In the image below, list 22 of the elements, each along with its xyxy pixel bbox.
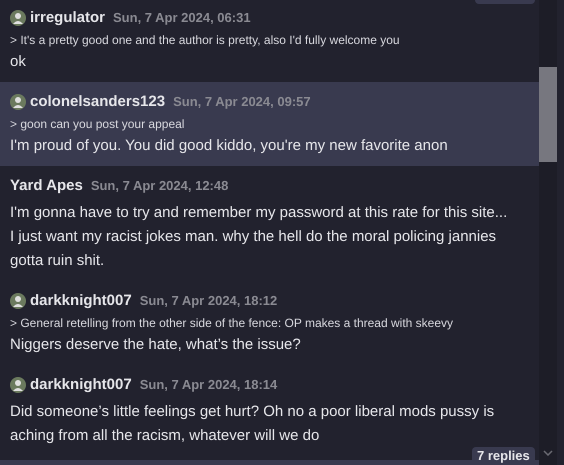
author-name[interactable]: colonelsanders123 [30,90,166,114]
quote-text: > General retelling from the other side of the fence: OP makes a thread with skeevy [10,315,454,332]
post-time: Sun, 7 Apr 2024, 12:48 [90,177,228,196]
post-body: I'm gonna have to try and remember my password at this rate for this site... I just want my racist jokes man. why the hell do the moral policing jannies gotta ruin shit. [10,203,508,271]
author-name[interactable]: darkknight007 [30,374,132,396]
post-body: Niggers deserve the hate, what’s the issue? [10,335,301,355]
author-name[interactable]: Yard Apes [10,174,83,198]
quote-text: > It's a pretty good one and the author is pretty, also I'd fully welcome you [10,32,401,49]
post-time: Sun, 7 Apr 2024, 18:14 [140,376,278,394]
post-time: Sun, 7 Apr 2024, 06:31 [113,9,251,28]
replies-badge[interactable]: 7 replies [472,447,535,465]
post-body: Did someone’s little feelings get hurt? Oh no a poor liberal mods pussy is aching from all the racism, whatever will we do [10,402,496,446]
post-time: Sun, 7 Apr 2024, 09:57 [173,93,311,112]
author-name[interactable]: irregulator [30,6,106,30]
replies-badge[interactable] [475,0,535,4]
author-name[interactable]: darkknight007 [30,290,132,312]
post-body: ok [10,52,26,72]
post-body: I'm proud of you. You did good kiddo, you're my new favorite anon [10,136,448,156]
quote-text: > goon can you post your appeal [10,116,186,133]
scrollbar-thumb[interactable] [539,67,557,162]
post-time: Sun, 7 Apr 2024, 18:12 [140,292,278,310]
scroll-down-icon[interactable] [543,450,553,456]
